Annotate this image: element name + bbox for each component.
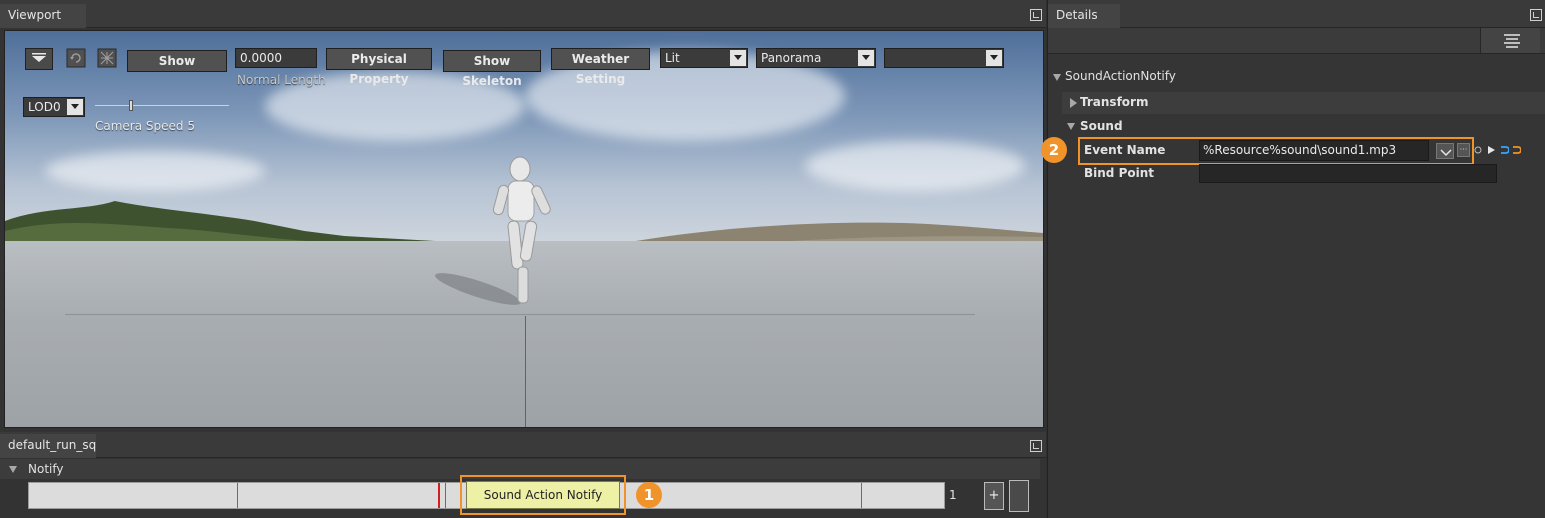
bind-point-label: Bind Point <box>1084 166 1155 180</box>
viewport-dock-icon[interactable] <box>1030 9 1042 21</box>
cloud <box>805 141 1025 191</box>
section-title: SoundActionNotify <box>1065 69 1176 83</box>
track-divider <box>861 483 862 508</box>
track-options-button[interactable] <box>1009 480 1029 512</box>
camera-menu-icon[interactable] <box>25 48 53 70</box>
event-name-value: %Resource%sound\sound1.mp3 <box>1203 143 1397 157</box>
track-divider <box>445 483 446 508</box>
details-tab[interactable]: Details <box>1048 4 1120 28</box>
section-header[interactable]: SoundActionNotify <box>1048 66 1545 88</box>
details-dock-icon[interactable] <box>1530 9 1542 21</box>
physical-property-button[interactable]: Physical Property <box>326 48 432 86</box>
event-name-field[interactable]: %Resource%sound\sound1.mp3 <box>1199 140 1454 161</box>
chevron-down-icon <box>730 50 746 66</box>
show-button[interactable]: Show <box>127 50 227 72</box>
event-name-label: Event Name <box>1084 143 1166 157</box>
revert-icon[interactable] <box>1511 144 1521 156</box>
camera-speed-slider[interactable] <box>95 100 229 111</box>
refresh-icon[interactable] <box>66 48 86 68</box>
grid-toggle-icon[interactable] <box>97 48 117 68</box>
clear-icon[interactable] <box>1474 146 1482 154</box>
collapse-triangle-icon <box>9 466 17 473</box>
transform-category[interactable]: Transform <box>1062 92 1545 114</box>
details-tab-bar <box>1048 0 1545 28</box>
transform-label: Transform <box>1080 95 1149 109</box>
chevron-down-icon <box>67 99 83 115</box>
sound-category[interactable]: Sound <box>1062 116 1545 138</box>
bind-point-field[interactable] <box>1199 164 1497 183</box>
weather-setting-button[interactable]: Weather Setting <box>551 48 650 86</box>
track-divider <box>237 483 238 508</box>
chevron-down-icon <box>986 50 1002 66</box>
viewport-panel: Viewport Show 0.0000 Normal Length Physi… <box>0 0 1046 432</box>
frame-number: 1 <box>949 488 957 502</box>
add-notify-button[interactable]: + <box>984 482 1004 510</box>
collapse-triangle-icon <box>1053 74 1061 81</box>
collapse-triangle-icon <box>1067 123 1075 130</box>
play-icon[interactable] <box>1487 145 1496 155</box>
lighting-mode-select[interactable]: Lit <box>660 48 748 68</box>
slider-handle[interactable] <box>129 100 133 111</box>
environment-select[interactable]: Panorama <box>756 48 876 68</box>
notify-label: Notify <box>28 462 64 476</box>
viewport-tab-bar <box>0 0 1046 28</box>
grid-line <box>525 316 526 427</box>
playhead[interactable] <box>438 483 440 508</box>
browse-button[interactable]: ··· <box>1457 143 1470 157</box>
cloud <box>45 151 265 191</box>
lod-select[interactable]: LOD0 <box>23 97 85 117</box>
timeline-tab-bar <box>0 432 1046 458</box>
empty-select[interactable] <box>884 48 1004 68</box>
reset-icon[interactable] <box>1499 144 1509 156</box>
lighting-mode-value: Lit <box>665 51 680 65</box>
event-name-row: Event Name %Resource%sound\sound1.mp3 ··… <box>1048 140 1545 162</box>
normal-length-label: Normal Length <box>237 73 326 87</box>
timeline-panel: default_run_sq Notify Sound Action Notif… <box>0 432 1046 518</box>
character-model[interactable] <box>430 151 570 321</box>
expand-triangle-icon <box>1070 98 1077 108</box>
normal-length-input[interactable]: 0.0000 <box>235 48 317 68</box>
environment-value: Panorama <box>761 51 822 65</box>
chevron-down-icon <box>1440 149 1452 157</box>
viewport-tab[interactable]: Viewport <box>0 4 86 28</box>
sound-action-notify-event[interactable]: Sound Action Notify <box>466 481 620 509</box>
lod-value: LOD0 <box>28 100 61 114</box>
view-options-icon[interactable] <box>1480 28 1540 53</box>
step-badge-1: 1 <box>636 482 662 508</box>
bind-point-row: Bind Point <box>1048 164 1545 186</box>
chevron-down-icon <box>858 50 874 66</box>
event-name-dropdown-button[interactable] <box>1436 143 1454 159</box>
details-toolbar <box>1048 28 1545 54</box>
camera-speed-label: Camera Speed 5 <box>95 119 195 133</box>
timeline-tab[interactable]: default_run_sq <box>0 434 96 458</box>
viewport-scene[interactable]: Show 0.0000 Normal Length Physical Prope… <box>4 30 1044 428</box>
details-panel: Details SoundActionNotify Transform Soun… <box>1041 0 1545 518</box>
show-skeleton-button[interactable]: Show Skeleton <box>443 50 541 88</box>
timeline-dock-icon[interactable] <box>1030 440 1042 452</box>
sound-label: Sound <box>1080 119 1123 133</box>
